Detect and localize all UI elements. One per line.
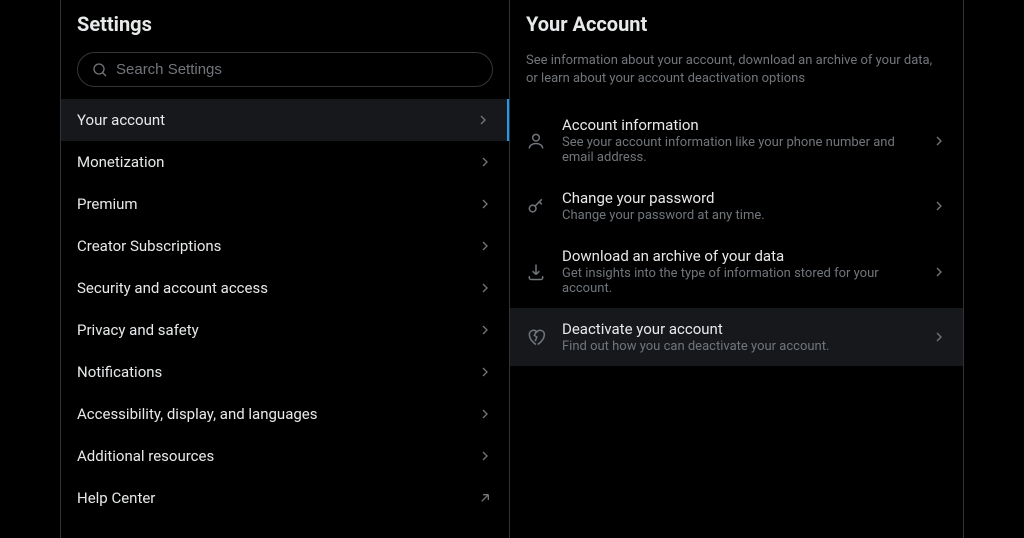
chevron-right-icon bbox=[931, 133, 947, 149]
chevron-right-icon bbox=[477, 196, 493, 212]
account-item-subtitle: Get insights into the type of informatio… bbox=[562, 266, 915, 296]
nav-item-premium[interactable]: Premium bbox=[61, 183, 509, 225]
nav-item-label: Notifications bbox=[77, 363, 162, 381]
key-icon-wrap bbox=[526, 196, 546, 216]
search-input[interactable] bbox=[116, 61, 478, 78]
account-pane: Your Account See information about your … bbox=[510, 0, 964, 538]
download-icon bbox=[526, 262, 546, 282]
heartbreak-icon bbox=[526, 327, 546, 347]
nav-item-label: Your account bbox=[77, 111, 165, 129]
search-icon bbox=[92, 62, 108, 78]
account-item-title: Deactivate your account bbox=[562, 320, 915, 338]
chevron-right-icon bbox=[477, 238, 493, 254]
nav-item-label: Premium bbox=[77, 195, 138, 213]
chevron-right-icon bbox=[931, 264, 947, 280]
account-item-text: Account informationSee your account info… bbox=[562, 116, 915, 165]
chevron-right-icon bbox=[477, 364, 493, 380]
account-item-download-an-archive-of-your-data[interactable]: Download an archive of your dataGet insi… bbox=[510, 235, 963, 308]
account-item-title: Change your password bbox=[562, 189, 915, 207]
nav-item-security-and-account-access[interactable]: Security and account access bbox=[61, 267, 509, 309]
nav-item-additional-resources[interactable]: Additional resources bbox=[61, 435, 509, 477]
nav-item-label: Creator Subscriptions bbox=[77, 237, 221, 255]
heartbreak-icon-wrap bbox=[526, 327, 546, 347]
download-icon-wrap bbox=[526, 262, 546, 282]
chevron-right-icon bbox=[477, 448, 493, 464]
nav-item-label: Privacy and safety bbox=[77, 321, 199, 339]
search-wrap bbox=[61, 48, 509, 99]
chevron-right-icon bbox=[477, 280, 493, 296]
account-item-title: Account information bbox=[562, 116, 915, 134]
nav-item-notifications[interactable]: Notifications bbox=[61, 351, 509, 393]
nav-item-label: Accessibility, display, and languages bbox=[77, 405, 317, 423]
search-box[interactable] bbox=[77, 52, 493, 87]
external-link-icon bbox=[477, 490, 493, 506]
account-item-subtitle: Change your password at any time. bbox=[562, 208, 915, 223]
account-item-subtitle: Find out how you can deactivate your acc… bbox=[562, 339, 915, 354]
nav-item-privacy-and-safety[interactable]: Privacy and safety bbox=[61, 309, 509, 351]
chevron-right-icon bbox=[477, 154, 493, 170]
account-item-list: Account informationSee your account info… bbox=[510, 104, 963, 366]
settings-title: Settings bbox=[61, 0, 509, 48]
nav-item-your-account[interactable]: Your account bbox=[61, 99, 509, 141]
person-icon-wrap bbox=[526, 131, 546, 151]
chevron-right-icon bbox=[477, 406, 493, 422]
account-item-change-your-password[interactable]: Change your passwordChange your password… bbox=[510, 177, 963, 235]
account-item-subtitle: See your account information like your p… bbox=[562, 135, 915, 165]
nav-item-label: Help Center bbox=[77, 489, 155, 507]
account-description: See information about your account, down… bbox=[510, 48, 963, 104]
nav-item-label: Security and account access bbox=[77, 279, 268, 297]
chevron-right-icon bbox=[477, 322, 493, 338]
account-title: Your Account bbox=[510, 0, 963, 48]
settings-nav-list: Your account Monetization Premium Creator S… bbox=[61, 99, 509, 519]
chevron-right-icon bbox=[931, 198, 947, 214]
nav-item-creator-subscriptions[interactable]: Creator Subscriptions bbox=[61, 225, 509, 267]
chevron-right-icon bbox=[475, 112, 491, 128]
account-item-title: Download an archive of your data bbox=[562, 247, 915, 265]
nav-item-label: Monetization bbox=[77, 153, 164, 171]
chevron-right-icon bbox=[931, 329, 947, 345]
account-item-account-information[interactable]: Account informationSee your account info… bbox=[510, 104, 963, 177]
nav-item-monetization[interactable]: Monetization bbox=[61, 141, 509, 183]
nav-item-accessibility-display-and-languages[interactable]: Accessibility, display, and languages bbox=[61, 393, 509, 435]
person-icon bbox=[526, 131, 546, 151]
nav-item-label: Additional resources bbox=[77, 447, 214, 465]
settings-pane: Settings Your account Monetization Premium… bbox=[60, 0, 510, 538]
account-item-text: Change your passwordChange your password… bbox=[562, 189, 915, 223]
key-icon bbox=[526, 196, 546, 216]
account-item-deactivate-your-account[interactable]: Deactivate your accountFind out how you … bbox=[510, 308, 963, 366]
nav-item-help-center[interactable]: Help Center bbox=[61, 477, 509, 519]
account-item-text: Download an archive of your dataGet insi… bbox=[562, 247, 915, 296]
account-item-text: Deactivate your accountFind out how you … bbox=[562, 320, 915, 354]
